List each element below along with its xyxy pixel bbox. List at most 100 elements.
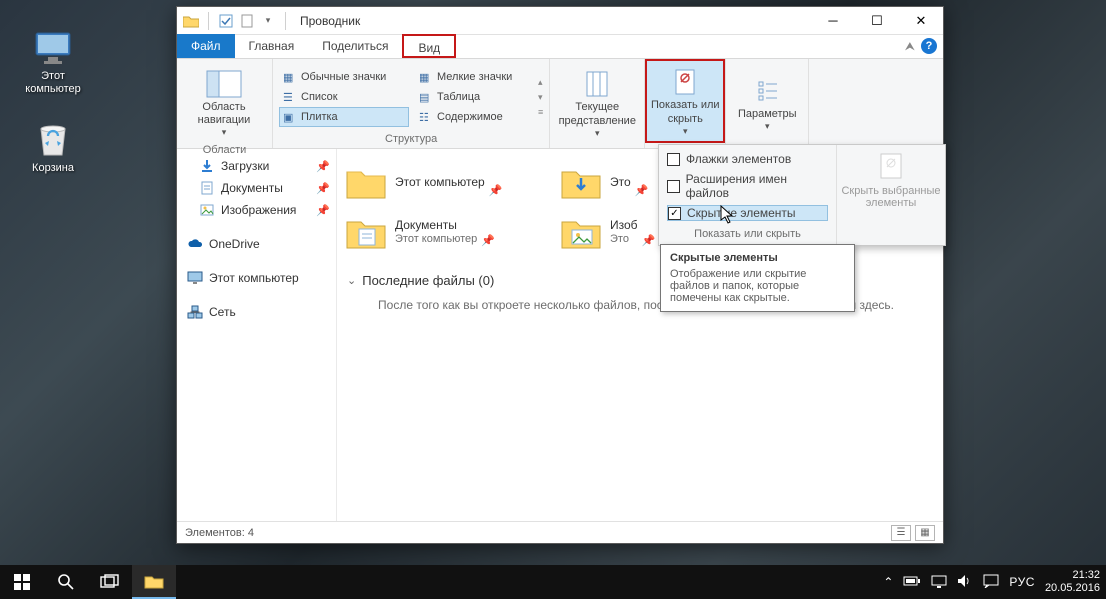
pin-icon: 📌 xyxy=(642,234,656,247)
tab-view[interactable]: Вид xyxy=(402,34,456,58)
tab-file[interactable]: Файл xyxy=(177,34,235,58)
page-icon xyxy=(674,65,696,99)
layout-content[interactable]: ☷Содержимое xyxy=(415,107,535,127)
recycle-bin-icon xyxy=(33,120,73,160)
layout-list[interactable]: ☰Список xyxy=(279,87,409,107)
layout-regular-icons[interactable]: ▦Обычные значки xyxy=(279,67,409,87)
chevron-down-icon: ▾ xyxy=(683,126,688,137)
close-button[interactable]: ✕ xyxy=(899,7,943,35)
chevron-up-icon[interactable]: ⌃ xyxy=(883,575,893,589)
monitor-icon xyxy=(187,270,203,286)
icons-view-button[interactable]: ▦ xyxy=(915,525,935,541)
file-item[interactable]: Этот компьютер 📌 xyxy=(341,157,556,207)
chevron-down-icon: ▾ xyxy=(222,127,227,138)
options-button[interactable]: Параметры ▾ xyxy=(732,63,802,143)
pin-icon: 📌 xyxy=(316,160,330,173)
tab-share[interactable]: Поделиться xyxy=(308,34,402,58)
hide-selected-button: Скрыть выбранные элементы xyxy=(837,145,945,245)
desktop-icon-this-pc[interactable]: Этот компьютер xyxy=(18,28,88,95)
task-view-button[interactable] xyxy=(88,565,132,599)
group-label: Структура xyxy=(279,131,543,148)
layout-table[interactable]: ▤Таблица xyxy=(415,87,535,107)
nav-network[interactable]: Сеть xyxy=(181,301,332,323)
download-folder-icon xyxy=(560,161,602,203)
ribbon: Область навигации ▾ Области ▦Обычные зна… xyxy=(177,59,943,149)
check-item-checkboxes[interactable]: Флажки элементов xyxy=(667,151,828,167)
folder-icon xyxy=(345,161,387,203)
document-icon xyxy=(199,180,215,196)
collapse-ribbon-icon[interactable]: ⮝ xyxy=(905,39,915,54)
volume-icon[interactable] xyxy=(957,574,973,591)
help-icon[interactable]: ? xyxy=(921,38,937,54)
content-icon: ☷ xyxy=(419,111,433,124)
tooltip: Скрытые элементы Отображение или скрытие… xyxy=(660,244,855,312)
battery-icon[interactable] xyxy=(903,575,921,590)
nav-downloads[interactable]: Загрузки📌 xyxy=(181,155,332,177)
pictures-folder-icon xyxy=(560,211,602,253)
network-icon xyxy=(187,304,203,320)
layout-tiles[interactable]: ▣Плитка xyxy=(279,107,409,127)
list-icon: ☰ xyxy=(283,91,297,104)
desktop-icon-label: Корзина xyxy=(32,162,74,175)
show-hide-popup: Флажки элементов Расширения имен файлов … xyxy=(658,144,946,246)
taskbar: ⌃ РУС 21:32 20.05.2016 xyxy=(0,565,1106,599)
details-view-button[interactable]: ☰ xyxy=(891,525,911,541)
pin-icon: 📌 xyxy=(316,182,330,195)
quick-access-toolbar: ▾ xyxy=(177,12,296,30)
pin-icon: 📌 xyxy=(489,184,503,197)
tiles-icon: ▣ xyxy=(283,111,297,124)
nav-this-pc[interactable]: Этот компьютер xyxy=(181,267,332,289)
search-button[interactable] xyxy=(44,565,88,599)
clock[interactable]: 21:32 20.05.2016 xyxy=(1045,569,1100,594)
network-icon[interactable] xyxy=(931,574,947,591)
check-hidden-items[interactable]: ✓Скрытые элементы xyxy=(667,205,828,221)
dropdown-icon[interactable]: ▾ xyxy=(260,13,276,29)
tab-home[interactable]: Главная xyxy=(235,34,309,58)
tooltip-body: Отображение или скрытие файлов и папок, … xyxy=(670,268,845,304)
file-item[interactable]: ДокументыЭтот компьютер 📌 xyxy=(341,207,556,257)
show-hide-button[interactable]: Показать или скрыть ▾ xyxy=(645,59,725,143)
nav-pictures[interactable]: Изображения📌 xyxy=(181,199,332,221)
pin-icon: 📌 xyxy=(635,184,649,197)
layout-small-icons[interactable]: ▦Мелкие значки xyxy=(415,67,535,87)
start-button[interactable] xyxy=(0,565,44,599)
table-icon: ▤ xyxy=(419,91,433,104)
scroll-up-icon[interactable]: ▴ xyxy=(538,77,543,88)
check-file-extensions[interactable]: Расширения имен файлов xyxy=(667,171,828,201)
checkbox-icon[interactable] xyxy=(218,13,234,29)
maximize-button[interactable]: ☐ xyxy=(855,7,899,35)
document-icon[interactable] xyxy=(239,13,255,29)
scroll-down-icon[interactable]: ▾ xyxy=(538,92,543,103)
tooltip-title: Скрытые элементы xyxy=(670,252,845,264)
chevron-down-icon: ▾ xyxy=(765,121,770,132)
action-center-icon[interactable] xyxy=(983,574,999,591)
chevron-down-icon: ▾ xyxy=(595,128,600,139)
minimize-button[interactable]: ─ xyxy=(811,7,855,35)
taskbar-explorer[interactable] xyxy=(132,565,176,599)
expand-icon[interactable]: ≡ xyxy=(538,107,543,117)
checklist-icon xyxy=(755,74,779,108)
folder-icon xyxy=(183,13,199,29)
window-title: Проводник xyxy=(296,14,360,28)
documents-folder-icon xyxy=(345,211,387,253)
title-bar: ▾ Проводник ─ ☐ ✕ xyxy=(177,7,943,35)
nav-documents[interactable]: Документы📌 xyxy=(181,177,332,199)
current-view-button[interactable]: Текущее представление ▾ xyxy=(556,63,638,143)
download-icon xyxy=(199,158,215,174)
checked-icon: ✓ xyxy=(668,207,681,220)
pin-icon: 📌 xyxy=(481,234,495,247)
desktop-icon-recycle-bin[interactable]: Корзина xyxy=(18,120,88,175)
desktop-icon-label: Этот компьютер xyxy=(18,70,88,95)
chevron-down-icon: ⌄ xyxy=(347,274,356,287)
navigation-pane: Загрузки📌 Документы📌 Изображения📌 OneDri… xyxy=(177,149,337,521)
grid-icon: ▦ xyxy=(419,71,433,84)
popup-group-label: Показать или скрыть xyxy=(667,225,828,243)
system-tray: ⌃ РУС 21:32 20.05.2016 xyxy=(883,569,1106,594)
language-indicator[interactable]: РУС xyxy=(1009,575,1035,589)
status-count: Элементов: 4 xyxy=(185,527,254,539)
picture-icon xyxy=(199,202,215,218)
nav-pane-button[interactable]: Область навигации ▾ xyxy=(183,63,265,142)
page-faded-icon xyxy=(878,151,904,181)
nav-onedrive[interactable]: OneDrive xyxy=(181,233,332,255)
grid-icon: ▦ xyxy=(283,71,297,84)
